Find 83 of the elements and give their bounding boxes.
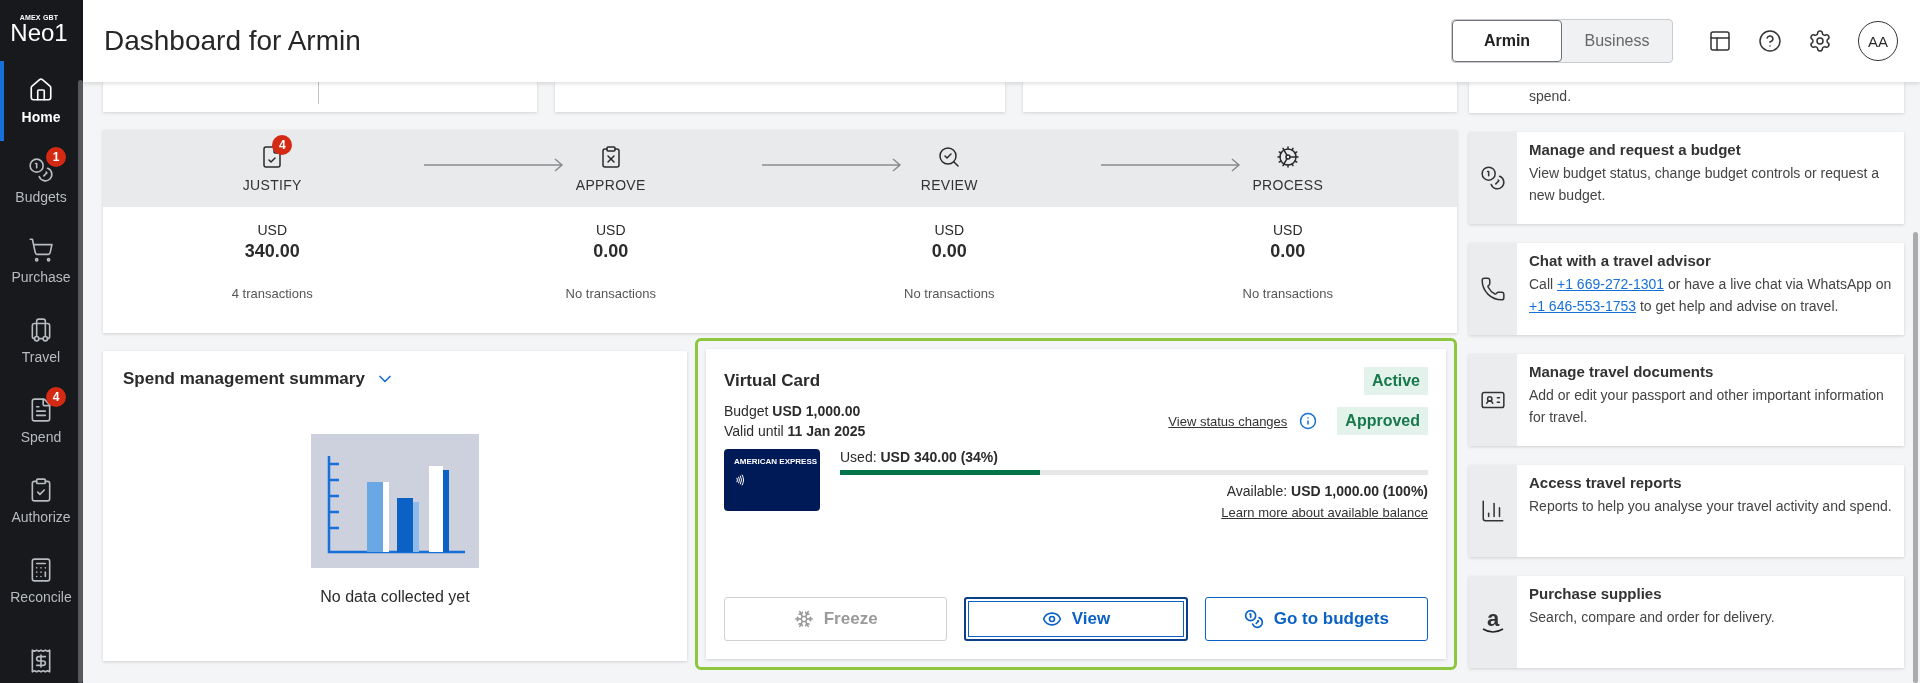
balance-link[interactable]: Learn more about available balance [1221,505,1428,520]
link-description: Reports to help you analyse your travel activity and spend. [1529,497,1892,516]
link-title: Chat with a travel advisor [1529,252,1712,269]
amount-value: 0.00 [931,241,967,262]
amount-value: 340.00 [244,241,300,262]
toggle-option[interactable]: Business [1562,20,1672,62]
contactless-icon [734,474,746,486]
summary-dropdown[interactable]: Spend management summary [123,369,667,389]
stage-icon [937,144,962,169]
quick-link-card[interactable]: Chat with a travel advisor Call +1 669-272-1301 or have a live chat via WhatsApp on +1 646-553-1753 to get help and advise on travel. [1469,243,1904,335]
amount-value: 0.00 [1270,241,1306,262]
stage-label: APPROVE [575,176,646,193]
nav-icon [28,157,54,183]
page-title: Dashboard for Armin [104,25,362,57]
transaction-count: No transactions [1242,286,1333,301]
phone-link[interactable]: +1 669-272-1301 [1557,276,1665,292]
info-icon[interactable] [1299,412,1318,430]
nav-item[interactable]: Budgets 1 [0,141,78,221]
link-title: Manage travel documents [1529,363,1715,380]
help-icon[interactable] [1758,29,1782,53]
action-button[interactable]: Go to budgets [1204,597,1428,641]
currency-label: USD [934,222,965,238]
link-description: Add or edit your passport and other important information for travel. [1529,386,1885,427]
credit-card-image: AMERICAN EXPRESS [724,449,820,511]
button-icon [1041,609,1062,629]
count-badge: 4 [46,387,66,407]
nav-item[interactable]: Purchase [0,221,78,301]
stage-label: PROCESS [1252,176,1324,193]
action-button[interactable]: View [964,597,1188,641]
available-amount: Available: USD 1,000.00 (100%) [1226,483,1428,499]
status-link[interactable]: View status changes [1168,413,1288,429]
link-description: spend. [1529,87,1572,106]
card-title: Virtual Card [724,371,821,391]
arrow-icon [1100,158,1241,172]
nav-item[interactable]: Authorize [0,461,78,541]
empty-message: No data collected yet [320,588,470,606]
arrow-icon [762,158,902,172]
transaction-count: No transactions [904,286,995,301]
count-badge: 4 [272,134,293,155]
quick-link-card[interactable]: spend. [1469,82,1904,113]
used-amount: Used: USD 340.00 (34%) [840,449,999,465]
layout-icon[interactable] [1708,29,1732,53]
toggle-option[interactable]: Armin [1452,20,1562,62]
link-title: Access travel reports [1529,474,1683,491]
link-icon [1480,498,1506,524]
settings-icon[interactable] [1808,29,1832,53]
budget-text: Budget USD 1,000.00 [724,402,862,421]
stage-icon [1275,144,1300,169]
transaction-count: No transactions [565,286,656,301]
quick-link-card[interactable]: Access travel reports Reports to help you analyse your travel activity and spend. [1469,465,1904,557]
nav-icon [28,77,54,103]
stage-label: JUSTIFY [242,176,302,193]
link-description: Search, compare and order for delivery. [1529,608,1775,627]
button-icon [1243,609,1264,629]
button-icon [793,609,814,629]
nav-item[interactable]: Travel [0,301,78,381]
validity-text: Valid until 11 Jan 2025 [724,422,866,441]
link-icon [1480,165,1506,191]
chart-bar [367,482,389,552]
currency-label: USD [595,222,626,238]
link-icon [1480,276,1506,302]
quick-link-card[interactable]: Manage travel documents Add or edit your passport and other important information for travel. [1469,354,1904,446]
link-description: Call +1 669-272-1301 or have a live chat via WhatsApp on +1 646-553-1753 to get help and advise on travel. [1529,275,1892,316]
transaction-count: 4 transactions [231,286,313,301]
status-badge: Active [1363,367,1428,395]
nav-item[interactable]: Spend 4 [0,381,78,461]
link-description: View budget status, change budget controls or request a new budget. [1529,164,1880,205]
currency-label: USD [257,222,288,238]
nav-item[interactable]: Reconcile [0,541,78,621]
quick-link-card[interactable]: a Purchase supplies Search, compare and order for delivery. [1469,576,1904,668]
link-title: Manage and request a budget [1529,141,1742,158]
amount-value: 0.00 [593,241,629,262]
nav-icon [28,237,54,263]
stage-label: REVIEW [920,176,978,193]
count-badge: 1 [46,147,66,167]
amazon-logo: a [1482,610,1504,634]
arrow-icon [423,158,564,172]
phone-link[interactable]: +1 646-553-1753 [1529,298,1637,314]
link-title: Purchase supplies [1529,585,1663,602]
currency-label: USD [1272,222,1303,238]
quick-link-card[interactable]: Manage and request a budget View budget status, change budget controls or request a new budget. [1469,132,1904,224]
chart-bar [397,498,419,552]
status-badge: Approved [1337,407,1428,435]
